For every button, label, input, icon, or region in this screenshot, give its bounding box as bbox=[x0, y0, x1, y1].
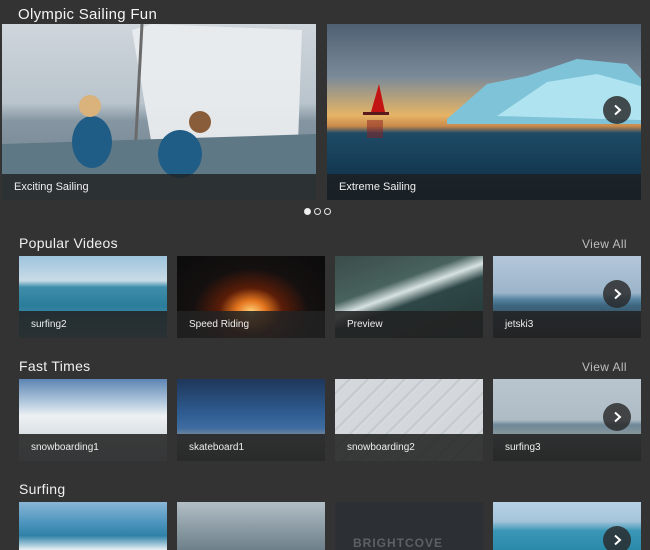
video-card-snowboarding2[interactable]: snowboarding2 bbox=[335, 379, 483, 461]
video-card[interactable]: BRIGHTCOVE BEACON bbox=[335, 502, 483, 550]
carousel-dot[interactable] bbox=[304, 208, 311, 215]
view-all-link-fast-times[interactable]: View All bbox=[582, 360, 627, 374]
video-title: jetski3 bbox=[493, 311, 641, 338]
video-card-snowboarding1[interactable]: snowboarding1 bbox=[19, 379, 167, 461]
section-title-fast-times: Fast Times bbox=[19, 358, 91, 374]
row-next-button[interactable] bbox=[603, 280, 631, 308]
carousel-dot[interactable] bbox=[314, 208, 321, 215]
section-title-surfing: Surfing bbox=[19, 481, 66, 497]
brightcove-beacon-watermark: BRIGHTCOVE BEACON bbox=[353, 536, 444, 550]
chevron-right-icon bbox=[614, 288, 622, 300]
view-all-link-popular-videos[interactable]: View All bbox=[582, 237, 627, 251]
video-title: skateboard1 bbox=[177, 434, 325, 461]
hero-title: Olympic Sailing Fun bbox=[18, 6, 158, 23]
video-title: Speed Riding bbox=[177, 311, 325, 338]
video-title: snowboarding1 bbox=[19, 434, 167, 461]
chevron-right-icon bbox=[614, 411, 622, 423]
video-card-surfing3[interactable]: surfing3 bbox=[493, 379, 641, 461]
hero-slide-extreme-sailing[interactable]: Extreme Sailing bbox=[327, 24, 641, 200]
section-title-popular-videos: Popular Videos bbox=[19, 235, 118, 251]
carousel-pagination bbox=[304, 208, 331, 215]
video-card-jetski3[interactable]: jetski3 bbox=[493, 256, 641, 338]
hero-caption: Extreme Sailing bbox=[327, 174, 641, 200]
carousel-dot[interactable] bbox=[324, 208, 331, 215]
video-card-preview[interactable]: Preview bbox=[335, 256, 483, 338]
hero-next-button[interactable] bbox=[603, 96, 631, 124]
row-next-button[interactable] bbox=[603, 403, 631, 431]
chevron-right-icon bbox=[614, 534, 622, 546]
video-thumbnail bbox=[177, 502, 325, 550]
row-next-button[interactable] bbox=[603, 526, 631, 550]
video-card[interactable] bbox=[19, 502, 167, 550]
video-card-speed-riding[interactable]: Speed Riding bbox=[177, 256, 325, 338]
video-title: surfing3 bbox=[493, 434, 641, 461]
chevron-right-icon bbox=[614, 104, 622, 116]
video-card-skateboard1[interactable]: skateboard1 bbox=[177, 379, 325, 461]
hero-caption: Exciting Sailing bbox=[2, 174, 316, 200]
video-title: snowboarding2 bbox=[335, 434, 483, 461]
video-title: surfing2 bbox=[19, 311, 167, 338]
hero-slide-exciting-sailing[interactable]: Exciting Sailing bbox=[2, 24, 316, 200]
video-card[interactable] bbox=[177, 502, 325, 550]
video-title: Preview bbox=[335, 311, 483, 338]
video-card[interactable] bbox=[493, 502, 641, 550]
video-card-surfing2[interactable]: surfing2 bbox=[19, 256, 167, 338]
video-thumbnail bbox=[19, 502, 167, 550]
